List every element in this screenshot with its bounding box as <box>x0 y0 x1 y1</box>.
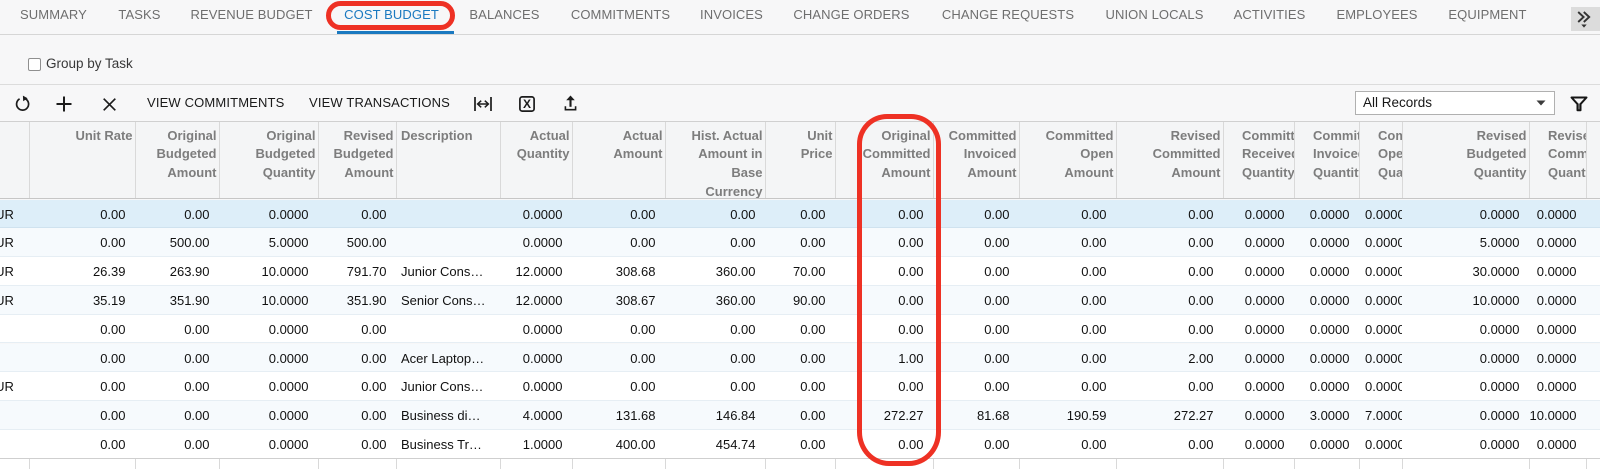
svg-text:X: X <box>523 97 531 111</box>
